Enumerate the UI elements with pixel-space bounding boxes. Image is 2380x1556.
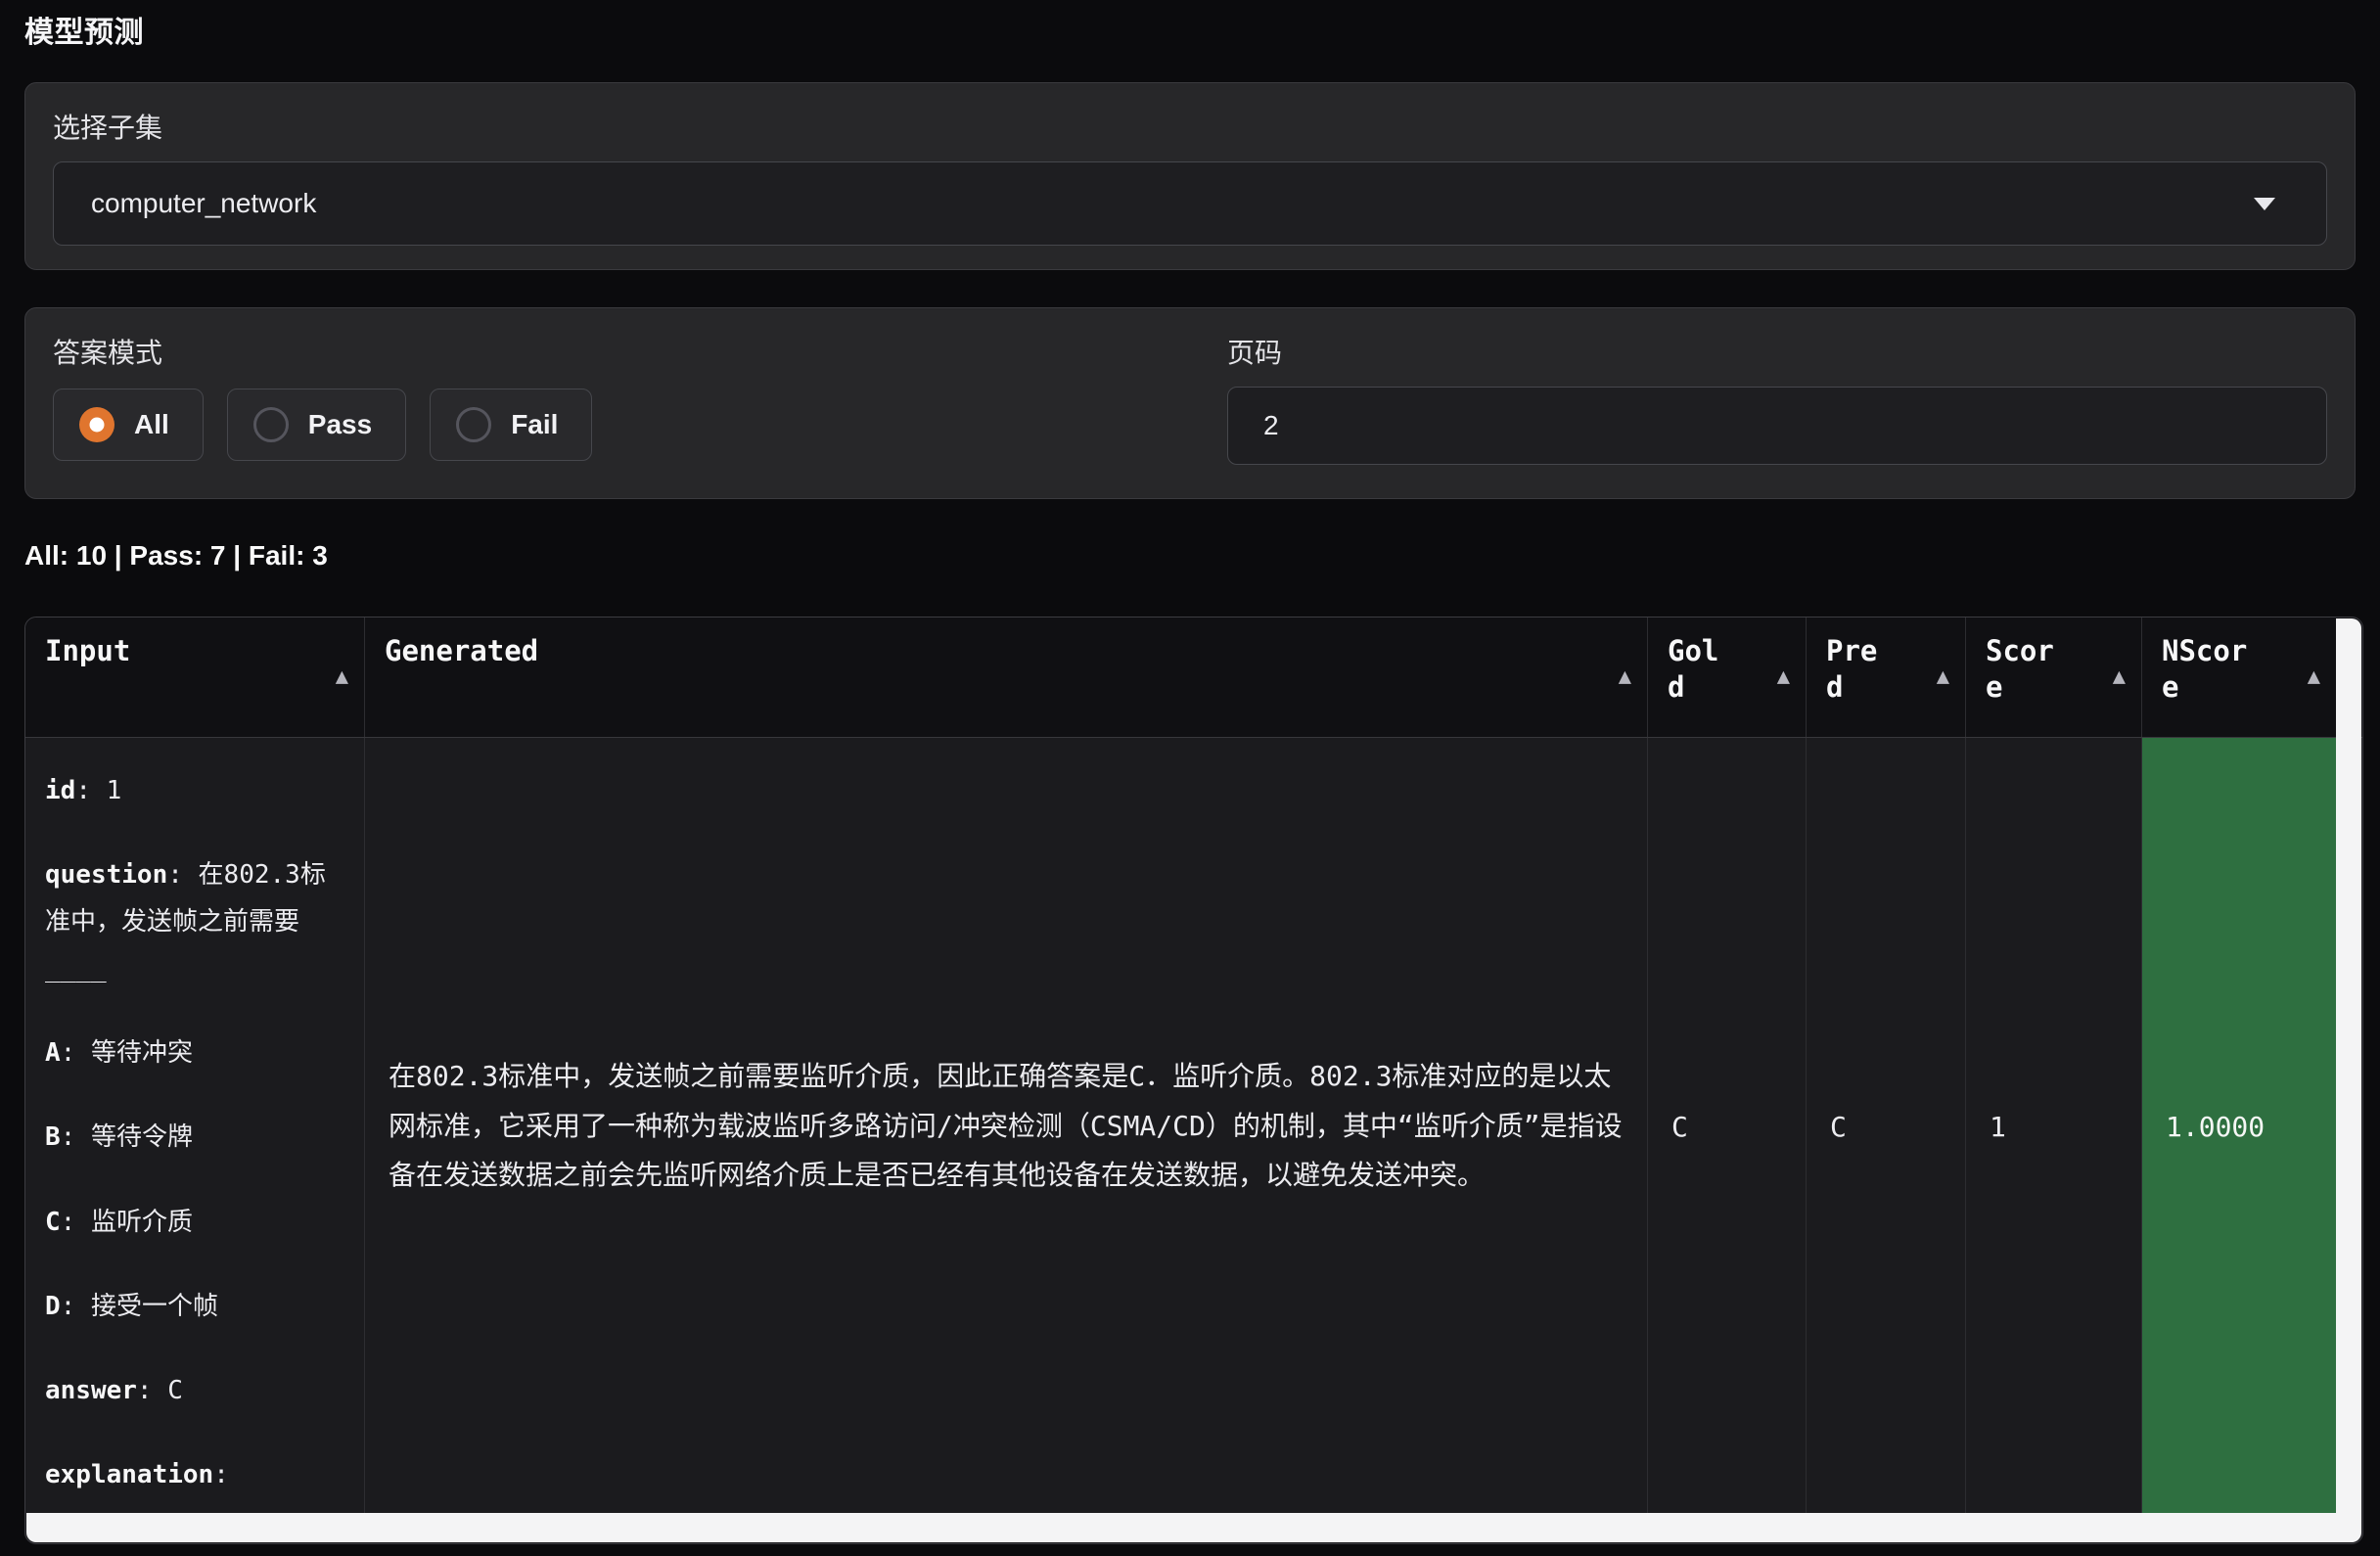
radio-option-all[interactable]: All [53,389,204,461]
subset-panel: 选择子集 computer_network [24,82,2356,270]
subset-label: 选择子集 [53,107,162,146]
chevron-down-icon [2254,198,2275,210]
radio-unselected-icon [456,407,491,442]
column-header-score[interactable]: Score ▲ [1966,618,2142,737]
cell-nscore[interactable]: 1.0000 [2142,738,2336,1515]
column-header-gold[interactable]: Gold ▲ [1648,618,1807,737]
horizontal-scrollbar[interactable] [26,1513,2361,1542]
column-header-pred[interactable]: Pred ▲ [1807,618,1966,737]
radio-unselected-icon [253,407,289,442]
subset-dropdown[interactable]: computer_network [53,161,2327,246]
cell-generated[interactable]: 在802.3标准中，发送帧之前需要监听介质，因此正确答案是C．监听介质。802.… [365,738,1648,1515]
radio-option-pass[interactable]: Pass [227,389,406,461]
cell-gold[interactable]: C [1648,738,1807,1515]
answer-mode-radio-group: All Pass Fail [53,389,592,461]
radio-option-fail[interactable]: Fail [430,389,592,461]
filters-panel: 答案模式 All Pass Fail 页码 [24,307,2356,499]
radio-selected-icon [79,407,114,442]
page-number-label: 页码 [1227,332,1282,371]
cell-input[interactable]: id: 1 question: 在802.3标准中，发送帧之前需要____ A:… [25,738,365,1515]
sort-ascending-icon[interactable]: ▲ [2308,664,2320,691]
table-header-row: Input ▲ Generated ▲ Gold ▲ Pred ▲ Score … [25,618,2362,738]
table-row: id: 1 question: 在802.3标准中，发送帧之前需要____ A:… [25,738,2362,1515]
radio-option-label: Fail [511,409,558,440]
vertical-scrollbar[interactable] [2336,618,2361,1513]
sort-ascending-icon[interactable]: ▲ [1777,664,1790,691]
radio-option-label: All [134,409,169,440]
cell-pred[interactable]: C [1807,738,1966,1515]
subset-dropdown-value: computer_network [91,188,316,219]
answer-mode-label: 答案模式 [53,332,162,371]
column-header-nscore[interactable]: NScore ▲ [2142,618,2336,737]
sort-ascending-icon[interactable]: ▲ [336,664,348,691]
cell-score[interactable]: 1 [1966,738,2142,1515]
radio-option-label: Pass [308,409,372,440]
sort-ascending-icon[interactable]: ▲ [1937,664,1949,691]
sort-ascending-icon[interactable]: ▲ [2113,664,2126,691]
sort-ascending-icon[interactable]: ▲ [1619,664,1631,691]
page-number-input[interactable] [1227,387,2327,465]
column-header-input[interactable]: Input ▲ [25,618,365,737]
column-header-generated[interactable]: Generated ▲ [365,618,1648,737]
predictions-table: Input ▲ Generated ▲ Gold ▲ Pred ▲ Score … [24,617,2363,1544]
page-title: 模型预测 [24,8,144,51]
results-summary: All: 10 | Pass: 7 | Fail: 3 [24,540,328,572]
